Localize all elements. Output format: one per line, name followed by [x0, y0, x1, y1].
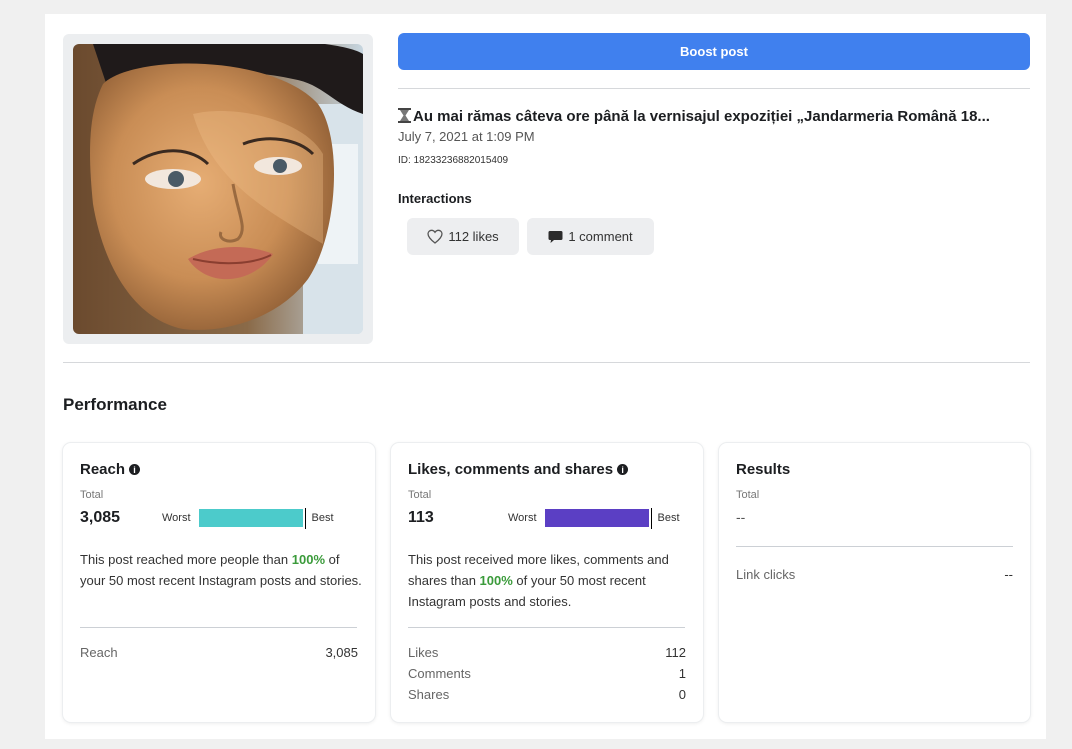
row-value: 1	[678, 666, 686, 681]
reach-scale: Worst Best	[162, 507, 334, 529]
results-total-value: --	[736, 509, 746, 525]
reach-title-text: Reach	[80, 461, 126, 478]
post-date: July 7, 2021 at 1:09 PM	[398, 129, 535, 144]
divider	[398, 88, 1030, 89]
post-caption-text: Au mai rămas câteva ore până la vernisaj…	[413, 108, 990, 125]
scale-best-label: Best	[657, 512, 680, 524]
engagement-description: This post received more likes, comments …	[408, 549, 693, 612]
reach-description: This post reached more people than 100% …	[80, 549, 365, 591]
row-label: Reach	[80, 645, 118, 660]
row-value: 0	[678, 687, 686, 702]
divider	[63, 362, 1030, 363]
post-caption: Au mai rămas câteva ore până la vernisaj…	[398, 106, 1030, 128]
info-icon[interactable]: i	[129, 464, 141, 475]
reach-total-label: Total	[80, 489, 104, 501]
results-title: Results	[736, 461, 790, 478]
performance-heading: Performance	[63, 395, 167, 414]
scale-worst-label: Worst	[508, 512, 537, 524]
divider	[736, 546, 1013, 547]
likes-count: 112 likes	[448, 229, 499, 244]
scale-best-tick	[304, 507, 306, 529]
reach-total-value: 3,085	[80, 509, 121, 526]
row-value: 112	[665, 645, 686, 660]
reach-row: Reach 3,085	[80, 645, 358, 665]
desc-percent: 100%	[291, 552, 325, 567]
interactions-label: Interactions	[398, 191, 472, 206]
results-title-text: Results	[736, 461, 791, 478]
row-label: Shares	[408, 687, 450, 702]
reach-title: Reach i	[80, 461, 141, 478]
scale-worst-label: Worst	[162, 512, 191, 524]
post-image[interactable]	[73, 44, 363, 334]
divider	[80, 627, 357, 628]
comments-count: 1 comment	[568, 229, 633, 244]
hourglass-icon	[398, 108, 411, 123]
row-label: Likes	[408, 645, 439, 660]
engagement-bar	[544, 509, 649, 527]
likes-chip[interactable]: 112 likes	[407, 218, 519, 255]
engagement-scale: Worst Best	[508, 507, 680, 529]
post-thumbnail	[63, 34, 373, 344]
desc-percent: 100%	[479, 573, 513, 588]
engagement-total-value: 113	[408, 509, 434, 526]
shares-row: Shares 0	[408, 687, 686, 707]
scale-best-tick	[650, 507, 652, 529]
link-clicks-row: Link clicks --	[736, 567, 1013, 587]
engagement-card: Likes, comments and shares i Total 113 W…	[391, 443, 703, 722]
boost-post-button[interactable]: Boost post	[398, 33, 1030, 70]
engagement-total-label: Total	[408, 489, 432, 501]
comments-chip[interactable]: 1 comment	[527, 218, 654, 255]
divider	[408, 627, 685, 628]
row-label: Link clicks	[736, 567, 796, 582]
reach-bar	[198, 509, 303, 527]
info-icon[interactable]: i	[617, 464, 629, 475]
post-insights-card: Boost post Au mai rămas câteva ore până …	[45, 14, 1046, 739]
desc-text: This post reached more people than	[80, 552, 292, 567]
engagement-title-text: Likes, comments and shares	[408, 461, 614, 478]
row-value: 3,085	[325, 645, 358, 660]
comments-row: Comments 1	[408, 666, 686, 686]
comment-bubble-icon	[548, 230, 563, 244]
row-value: --	[1004, 567, 1013, 582]
results-total-label: Total	[736, 489, 760, 501]
row-label: Comments	[408, 666, 471, 681]
likes-row: Likes 112	[408, 645, 686, 665]
engagement-title: Likes, comments and shares i	[408, 461, 629, 478]
scale-best-label: Best	[311, 512, 334, 524]
reach-card: Reach i Total 3,085 Worst Best This post…	[63, 443, 375, 722]
results-card: Results Total -- Link clicks --	[719, 443, 1030, 722]
heart-outline-icon	[427, 229, 443, 244]
post-id: ID: 18233236882015409	[398, 155, 509, 166]
